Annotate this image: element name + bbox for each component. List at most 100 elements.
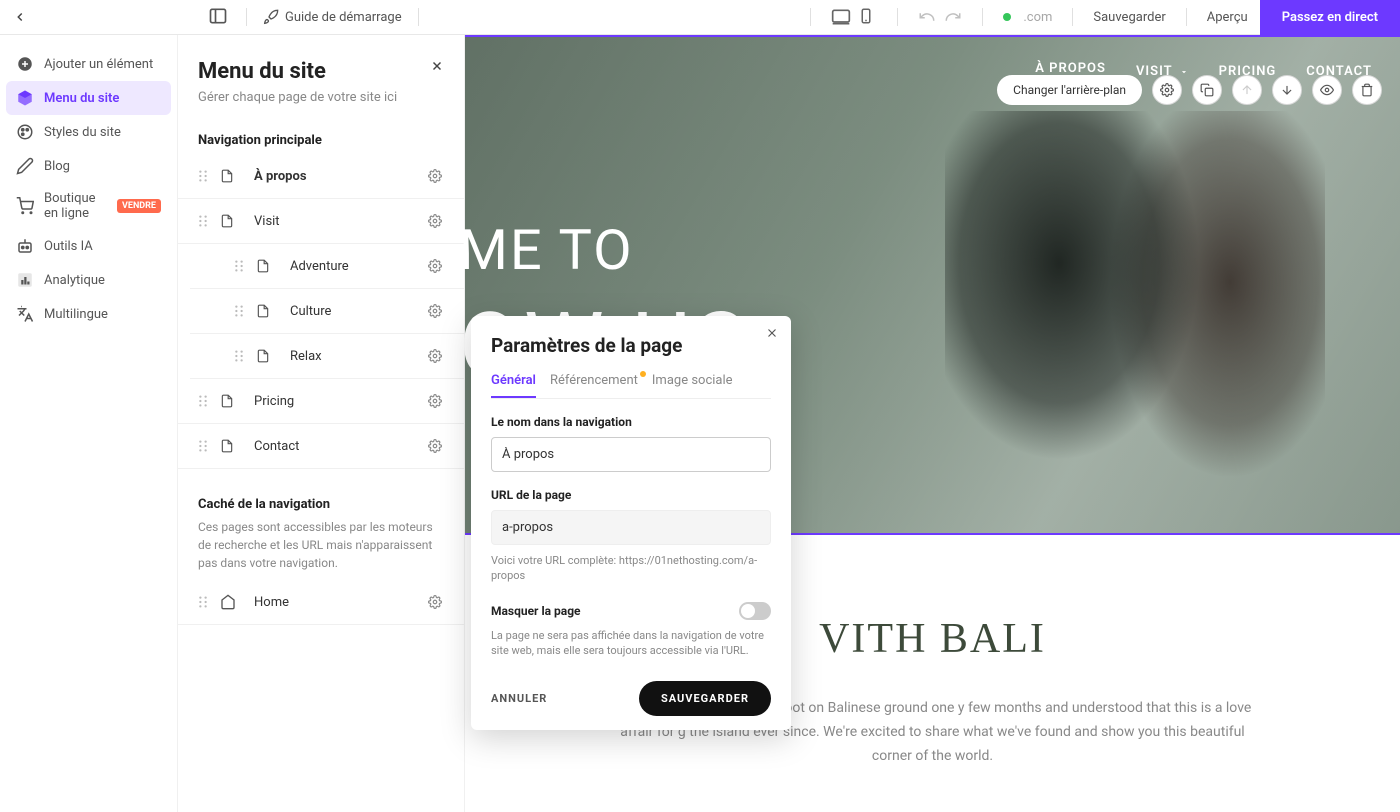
preview-link[interactable]: Aperçu [1207, 10, 1248, 25]
hide-page-label: Masquer la page [491, 604, 581, 618]
page-settings-icon[interactable] [428, 214, 444, 228]
sidebar-label: Boutique en ligne [44, 191, 107, 221]
page-icon [220, 213, 236, 229]
sidebar-label: Multilingue [44, 307, 108, 322]
modal-close-button[interactable] [765, 326, 779, 340]
go-live-button[interactable]: Passez en direct [1260, 0, 1400, 35]
move-up-button[interactable] [1232, 75, 1262, 105]
home-icon [220, 594, 236, 610]
save-link[interactable]: Sauvegarder [1093, 10, 1165, 25]
page-icon [220, 393, 236, 409]
page-icon [256, 348, 272, 364]
sidebar-item-ai-tools[interactable]: Outils IA [6, 229, 171, 263]
sidebar-item-blog[interactable]: Blog [6, 149, 171, 183]
nav-row[interactable]: Adventure [190, 244, 464, 289]
cancel-button[interactable]: ANNULER [491, 692, 547, 705]
site-menu-panel: Menu du site Gérer chaque page de votre … [178, 35, 465, 812]
sidebar-item-analytics[interactable]: Analytique [6, 263, 171, 297]
nav-row-label: Culture [290, 304, 331, 319]
drag-handle-icon[interactable] [198, 169, 208, 183]
page-icon [220, 168, 236, 184]
hide-page-desc: La page ne sera pas affichée dans la nav… [491, 628, 771, 659]
tab-social-image[interactable]: Image sociale [652, 373, 733, 398]
change-background-button[interactable]: Changer l'arrière-plan [997, 75, 1142, 105]
drag-handle-icon[interactable] [234, 304, 244, 318]
sidebar-item-site-menu[interactable]: Menu du site [6, 81, 171, 115]
page-url-input[interactable] [491, 510, 771, 545]
page-icon [256, 258, 272, 274]
sidebar-item-add-element[interactable]: Ajouter un élément [6, 47, 171, 81]
sidebar-label: Analytique [44, 273, 105, 288]
page-settings-icon[interactable] [428, 349, 444, 363]
sidebar-label: Styles du site [44, 125, 121, 140]
nav-name-input[interactable] [491, 437, 771, 472]
sidebar-item-shop[interactable]: Boutique en ligne VENDRE [6, 183, 171, 229]
page-icon [220, 438, 236, 454]
nav-row-label: Relax [290, 349, 322, 364]
page-icon [256, 303, 272, 319]
duplicate-button[interactable] [1192, 75, 1222, 105]
drag-handle-icon[interactable] [234, 349, 244, 363]
nav-row-label: Pricing [254, 394, 294, 409]
desktop-view-icon[interactable] [831, 7, 851, 27]
save-button[interactable]: SAUVEGARDER [639, 681, 771, 716]
nav-row[interactable]: Relax [190, 334, 464, 379]
panel-title: Menu du site [198, 59, 397, 84]
seo-warning-dot-icon [640, 371, 646, 377]
nav-row[interactable]: Home [178, 580, 464, 625]
panel-subtitle: Gérer chaque page de votre site ici [198, 90, 397, 105]
page-settings-modal: Paramètres de la page Général Référencem… [471, 316, 791, 730]
sidebar-item-site-styles[interactable]: Styles du site [6, 115, 171, 149]
drag-handle-icon[interactable] [198, 394, 208, 408]
back-button[interactable] [8, 5, 32, 29]
mobile-view-icon[interactable] [857, 7, 877, 27]
nav-row[interactable]: À propos [178, 154, 464, 199]
page-settings-icon[interactable] [428, 259, 444, 273]
modal-title: Paramètres de la page [491, 334, 771, 357]
page-settings-icon[interactable] [428, 394, 444, 408]
nav-row[interactable]: Visit [178, 199, 464, 244]
getting-started-link[interactable]: Guide de démarrage [263, 9, 402, 25]
left-sidebar: Ajouter un élément Menu du site Styles d… [0, 35, 178, 812]
tab-general[interactable]: Général [491, 373, 536, 398]
sidebar-label: Outils IA [44, 239, 93, 254]
nav-row-label: À propos [254, 169, 307, 184]
sidebar-label: Ajouter un élément [44, 57, 153, 72]
main-nav-label: Navigation principale [198, 133, 444, 148]
panel-close-button[interactable] [430, 59, 444, 73]
page-settings-icon[interactable] [428, 304, 444, 318]
nav-row-label: Home [254, 595, 289, 610]
drag-handle-icon[interactable] [198, 595, 208, 609]
hide-page-toggle[interactable] [739, 602, 771, 620]
topbar: Guide de démarrage .com Sauvegarder Aper… [0, 0, 1400, 35]
drag-handle-icon[interactable] [234, 259, 244, 273]
redo-icon[interactable] [944, 8, 962, 26]
domain-text: .com [1023, 10, 1052, 25]
hidden-nav-desc: Ces pages sont accessibles par les moteu… [198, 518, 444, 572]
nav-row[interactable]: Pricing [178, 379, 464, 424]
nav-row[interactable]: Contact [178, 424, 464, 469]
page-settings-icon[interactable] [428, 439, 444, 453]
nav-row-label: Adventure [290, 259, 349, 274]
nav-row[interactable]: Culture [190, 289, 464, 334]
hidden-nav-label: Caché de la navigation [198, 497, 444, 512]
move-down-button[interactable] [1272, 75, 1302, 105]
undo-icon[interactable] [918, 8, 936, 26]
nav-row-label: Contact [254, 439, 299, 454]
delete-button[interactable] [1352, 75, 1382, 105]
nav-name-label: Le nom dans la navigation [491, 415, 771, 429]
section-settings-button[interactable] [1152, 75, 1182, 105]
visibility-button[interactable] [1312, 75, 1342, 105]
sidebar-label: Menu du site [44, 91, 119, 106]
page-settings-icon[interactable] [428, 595, 444, 609]
sidebar-item-multilingual[interactable]: Multilingue [6, 297, 171, 331]
tab-seo[interactable]: Référencement [550, 373, 638, 398]
drag-handle-icon[interactable] [198, 439, 208, 453]
hero-line-1: ME TO [459, 217, 750, 283]
nav-row-label: Visit [254, 214, 280, 229]
page-url-hint: Voici votre URL complète: https://01neth… [491, 553, 771, 584]
sell-badge: VENDRE [117, 199, 161, 213]
drag-handle-icon[interactable] [198, 214, 208, 228]
page-settings-icon[interactable] [428, 169, 444, 183]
panel-toggle-icon[interactable] [208, 6, 230, 28]
